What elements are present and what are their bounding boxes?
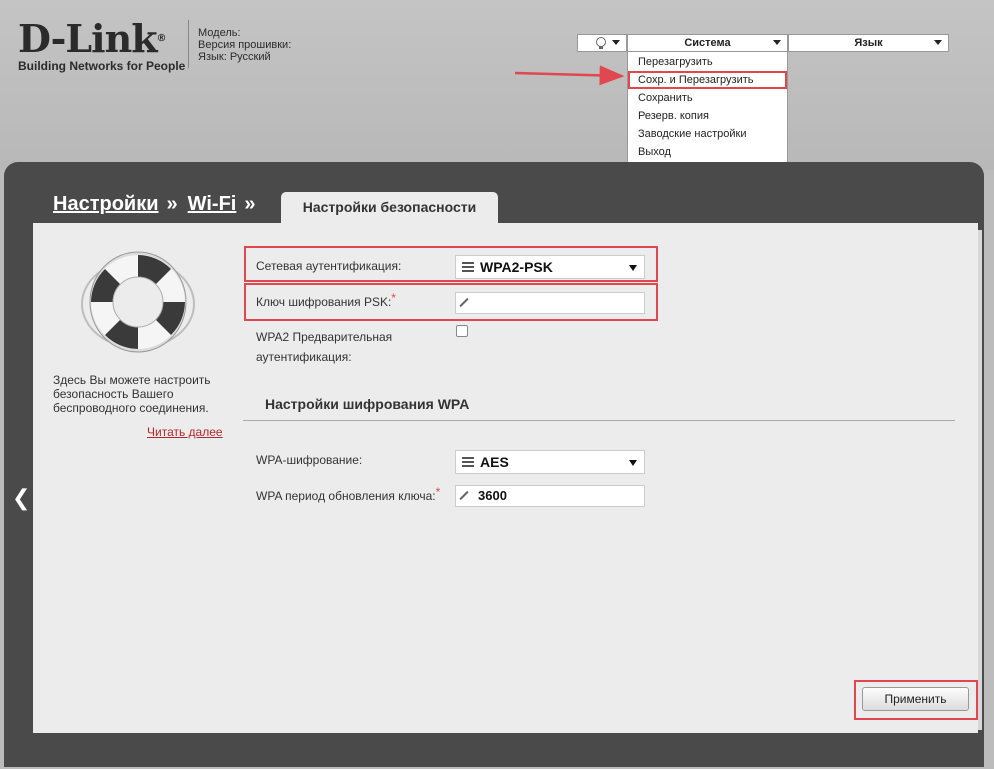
menu-item-logout[interactable]: Выход: [628, 143, 787, 161]
rekey-input-value: 3600: [478, 488, 507, 503]
language-info: Язык: Русский: [198, 51, 271, 63]
breadcrumb-wifi-link[interactable]: Wi-Fi: [188, 193, 237, 215]
system-dropdown-menu: Перезагрузить Сохр. и Перезагрузить Сохр…: [627, 51, 788, 163]
chevron-down-icon: [629, 265, 637, 271]
pencil-icon: [459, 297, 469, 308]
wpa-cipher-value: AES: [480, 454, 509, 470]
dlink-logo: D-Link® Building Networks for People: [18, 20, 186, 74]
list-icon: [462, 457, 474, 467]
logo-text: D-Link: [18, 16, 158, 61]
menu-item-save[interactable]: Сохранить: [628, 89, 787, 107]
auth-select-value: WPA2-PSK: [480, 259, 553, 275]
menu-item-backup[interactable]: Резерв. копия: [628, 107, 787, 125]
read-more-link[interactable]: Читать далее: [147, 425, 223, 439]
psk-label-text: Ключ шифрования PSK:: [256, 295, 392, 309]
required-mark: *: [435, 485, 441, 499]
logo-tagline: Building Networks for People: [18, 59, 186, 73]
preauth-label-line2: аутентификация:: [256, 350, 352, 364]
model-label: Модель:: [198, 27, 241, 39]
chevron-down-icon: [629, 460, 637, 466]
language-menu-label: Язык: [854, 37, 883, 49]
notifications-button[interactable]: [577, 34, 627, 52]
wpa-section-title: Настройки шифрования WPA: [265, 396, 470, 412]
back-arrow-icon[interactable]: ❮: [12, 487, 30, 509]
logo-divider: [188, 20, 189, 68]
auth-label: Сетевая аутентификация:: [256, 259, 402, 273]
psk-label: Ключ шифрования PSK:*: [256, 291, 396, 309]
chevron-down-icon: [612, 40, 620, 45]
device-info: Модель: Версия прошивки: Язык: Русский: [198, 27, 291, 63]
required-mark: *: [391, 291, 396, 305]
section-divider: [243, 420, 955, 421]
list-icon: [462, 262, 474, 272]
language-menu-button[interactable]: Язык: [788, 34, 949, 52]
auth-select[interactable]: WPA2-PSK: [455, 255, 645, 279]
rekey-input[interactable]: 3600: [455, 485, 645, 507]
psk-input[interactable]: [455, 292, 645, 314]
apply-button[interactable]: Применить: [862, 687, 969, 711]
firmware-label: Версия прошивки:: [198, 39, 292, 51]
breadcrumb-settings-link[interactable]: Настройки: [53, 193, 159, 215]
menu-item-reboot[interactable]: Перезагрузить: [628, 53, 787, 71]
breadcrumb: Настройки » Wi-Fi »: [53, 193, 265, 216]
pencil-icon: [459, 490, 469, 501]
tab-security-settings[interactable]: Настройки безопасности: [281, 192, 498, 224]
menu-item-factory-reset[interactable]: Заводские настройки: [628, 125, 787, 143]
preauth-label-line1: WPA2 Предварительная: [256, 330, 393, 344]
menu-item-save-and-reboot[interactable]: Сохр. и Перезагрузить: [628, 71, 787, 89]
lifebuoy-icon: [81, 251, 195, 353]
wpa-cipher-label: WPA-шифрование:: [256, 453, 363, 467]
wpa-cipher-select[interactable]: AES: [455, 450, 645, 474]
chevron-down-icon: [773, 40, 781, 45]
preauth-checkbox[interactable]: [456, 325, 468, 337]
breadcrumb-separator: »: [166, 193, 178, 215]
header: D-Link® Building Networks for People Мод…: [0, 0, 994, 170]
breadcrumb-separator: »: [244, 193, 256, 215]
rekey-label: WPA период обновления ключа:*: [256, 485, 440, 503]
scrollbar[interactable]: [978, 230, 982, 730]
chevron-down-icon: [934, 40, 942, 45]
help-text: Здесь Вы можете настроить безопасность В…: [53, 373, 211, 415]
lightbulb-icon: [596, 37, 606, 49]
system-menu-button[interactable]: Система: [627, 34, 788, 52]
logo-registered: ®: [156, 33, 167, 44]
system-menu-label: Система: [684, 37, 731, 49]
rekey-label-text: WPA период обновления ключа:: [256, 489, 436, 503]
preauth-label: WPA2 Предварительная аутентификация:: [256, 327, 392, 367]
